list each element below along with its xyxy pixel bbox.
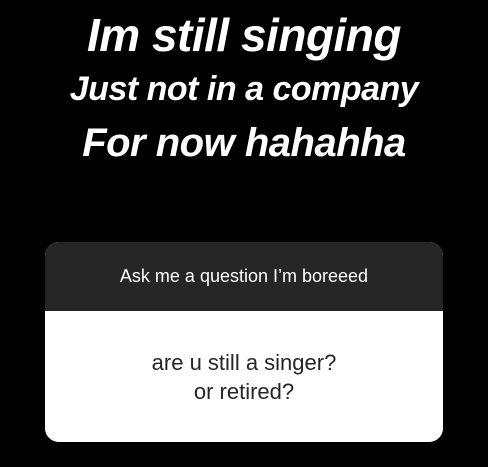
story-text-line-1: Im still singing	[86, 9, 402, 61]
question-response-line-2: or retired?	[193, 378, 295, 404]
question-prompt: Ask me a question I’m boreeed	[119, 266, 369, 286]
question-sticker-header: Ask me a question I’m boreeed	[45, 242, 443, 311]
story-text-line-2: Just not in a company	[69, 70, 419, 108]
story-text-line-3: For now hahahha	[82, 121, 406, 165]
question-sticker[interactable]: Ask me a question I’m boreeed are u stil…	[45, 242, 443, 442]
story-text-overlay: Im still singing Just not in a company F…	[0, 6, 488, 172]
question-response: are u still a singer? or retired?	[45, 311, 443, 442]
question-response-line-1: are u still a singer?	[151, 349, 337, 375]
